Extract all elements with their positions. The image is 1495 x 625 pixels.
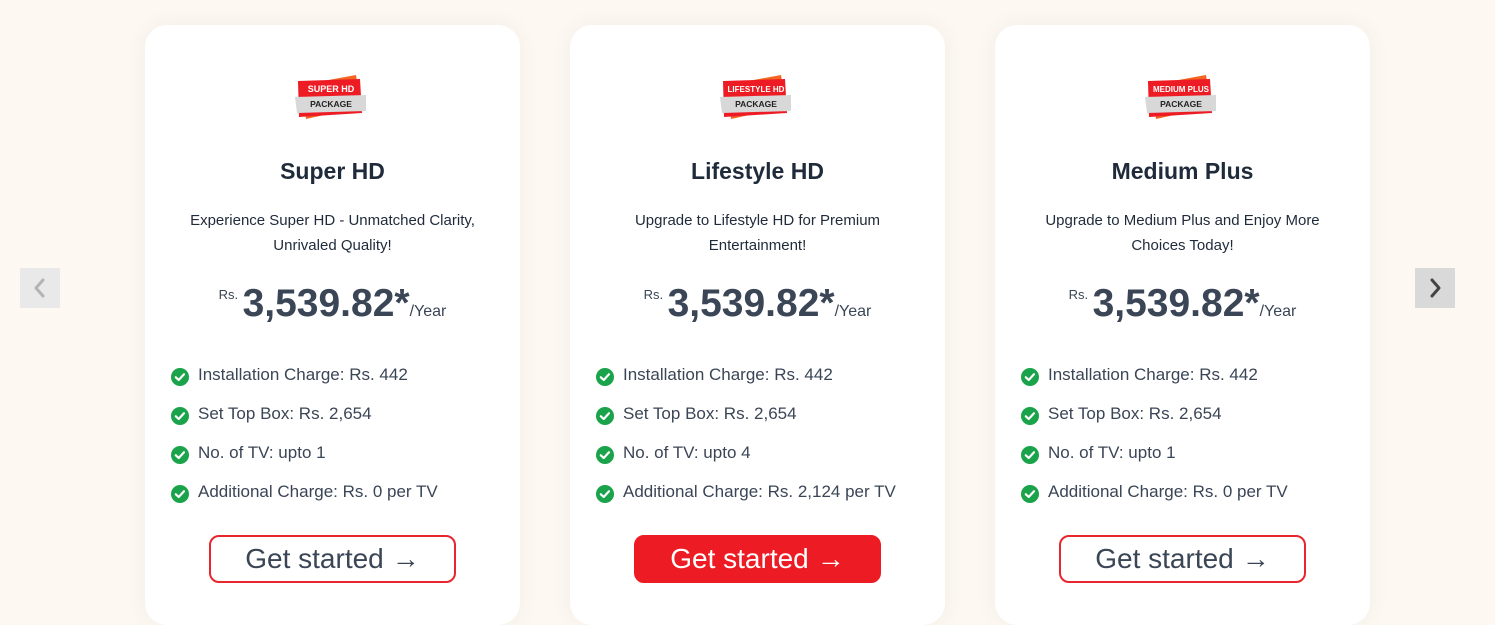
feature-item: Additional Charge: Rs. 0 per TV bbox=[1021, 472, 1288, 511]
plan-price: Rs. 3,539.82*/Year bbox=[145, 282, 520, 326]
check-circle-icon bbox=[171, 367, 189, 386]
feature-text: Installation Charge: Rs. 442 bbox=[623, 364, 833, 384]
feature-item: Additional Charge: Rs. 2,124 per TV bbox=[596, 472, 896, 511]
price-currency: Rs. bbox=[1068, 287, 1089, 302]
svg-text:PACKAGE: PACKAGE bbox=[310, 99, 352, 109]
price-currency: Rs. bbox=[218, 287, 239, 302]
package-logo: SUPER HD PACKAGE bbox=[295, 75, 366, 119]
get-started-button[interactable]: Get started → bbox=[1059, 535, 1306, 583]
plan-title: Medium Plus bbox=[1111, 158, 1254, 184]
check-circle-icon bbox=[596, 367, 614, 386]
feature-list: Installation Charge: Rs. 442 Set Top Box… bbox=[596, 355, 896, 511]
plan-price: Rs. 3,539.82*/Year bbox=[995, 282, 1370, 326]
get-started-button[interactable]: Get started → bbox=[209, 535, 456, 583]
svg-text:LIFESTYLE HD: LIFESTYLE HD bbox=[728, 85, 785, 94]
feature-item: No. of TV: upto 4 bbox=[596, 433, 896, 472]
feature-text: Additional Charge: Rs. 0 per TV bbox=[198, 481, 438, 501]
button-label: Get started bbox=[670, 543, 809, 574]
plan-card-super-hd: SUPER HD PACKAGE Super HD Experience Sup… bbox=[145, 25, 520, 625]
price-amount: 3,539.82* bbox=[667, 282, 835, 325]
check-circle-icon bbox=[171, 445, 189, 464]
price-amount: 3,539.82* bbox=[242, 282, 410, 325]
plan-title: Super HD bbox=[280, 158, 385, 184]
feature-item: Set Top Box: Rs. 2,654 bbox=[1021, 394, 1288, 433]
feature-item: Set Top Box: Rs. 2,654 bbox=[171, 394, 438, 433]
feature-list: Installation Charge: Rs. 442 Set Top Box… bbox=[1021, 355, 1288, 511]
feature-text: Additional Charge: Rs. 0 per TV bbox=[1048, 481, 1288, 501]
button-label: Get started bbox=[245, 543, 384, 574]
price-period: /Year bbox=[834, 303, 872, 320]
button-label: Get started bbox=[1095, 543, 1234, 574]
check-circle-icon bbox=[1021, 367, 1039, 386]
price-period: /Year bbox=[409, 303, 447, 320]
chevron-left-icon bbox=[34, 278, 45, 298]
feature-text: No. of TV: upto 1 bbox=[1048, 442, 1176, 462]
package-logo: MEDIUM PLUS PACKAGE bbox=[1145, 75, 1216, 119]
feature-list: Installation Charge: Rs. 442 Set Top Box… bbox=[171, 355, 438, 511]
feature-text: Installation Charge: Rs. 442 bbox=[1048, 364, 1258, 384]
check-circle-icon bbox=[1021, 445, 1039, 464]
plan-description: Upgrade to Lifestyle HD for Premium Ente… bbox=[634, 212, 881, 254]
feature-item: Installation Charge: Rs. 442 bbox=[171, 355, 438, 394]
feature-item: No. of TV: upto 1 bbox=[171, 433, 438, 472]
get-started-button[interactable]: Get started → bbox=[634, 535, 881, 583]
package-logo: LIFESTYLE HD PACKAGE bbox=[720, 75, 791, 119]
feature-text: Set Top Box: Rs. 2,654 bbox=[1048, 403, 1222, 423]
price-amount: 3,539.82* bbox=[1092, 282, 1260, 325]
plan-description: Experience Super HD - Unmatched Clarity,… bbox=[190, 212, 475, 254]
feature-item: Installation Charge: Rs. 442 bbox=[596, 355, 896, 394]
feature-text: Installation Charge: Rs. 442 bbox=[198, 364, 408, 384]
feature-item: Installation Charge: Rs. 442 bbox=[1021, 355, 1288, 394]
check-circle-icon bbox=[1021, 406, 1039, 425]
svg-text:SUPER HD: SUPER HD bbox=[308, 84, 355, 94]
feature-text: No. of TV: upto 1 bbox=[198, 442, 326, 462]
feature-text: No. of TV: upto 4 bbox=[623, 442, 751, 462]
feature-item: Additional Charge: Rs. 0 per TV bbox=[171, 472, 438, 511]
feature-text: Set Top Box: Rs. 2,654 bbox=[623, 403, 797, 423]
feature-text: Additional Charge: Rs. 2,124 per TV bbox=[623, 481, 896, 501]
svg-text:PACKAGE: PACKAGE bbox=[1160, 99, 1202, 109]
check-circle-icon bbox=[596, 484, 614, 503]
arrow-right-icon: → bbox=[1241, 543, 1270, 574]
check-circle-icon bbox=[171, 406, 189, 425]
plan-price: Rs. 3,539.82*/Year bbox=[570, 282, 945, 326]
plan-card-medium-plus: MEDIUM PLUS PACKAGE Medium Plus Upgrade … bbox=[995, 25, 1370, 625]
check-circle-icon bbox=[171, 484, 189, 503]
plan-title: Lifestyle HD bbox=[691, 158, 824, 184]
price-currency: Rs. bbox=[643, 287, 664, 302]
plan-card-lifestyle-hd: LIFESTYLE HD PACKAGE Lifestyle HD Upgrad… bbox=[570, 25, 945, 625]
carousel-prev-button[interactable] bbox=[20, 268, 60, 308]
feature-text: Set Top Box: Rs. 2,654 bbox=[198, 403, 372, 423]
check-circle-icon bbox=[1021, 484, 1039, 503]
chevron-right-icon bbox=[1430, 278, 1441, 298]
price-period: /Year bbox=[1259, 303, 1297, 320]
carousel-next-button[interactable] bbox=[1415, 268, 1455, 308]
svg-text:PACKAGE: PACKAGE bbox=[735, 99, 777, 109]
feature-item: Set Top Box: Rs. 2,654 bbox=[596, 394, 896, 433]
check-circle-icon bbox=[596, 445, 614, 464]
check-circle-icon bbox=[596, 406, 614, 425]
arrow-right-icon: → bbox=[391, 543, 420, 574]
plan-description: Upgrade to Medium Plus and Enjoy More Ch… bbox=[1045, 212, 1320, 254]
feature-item: No. of TV: upto 1 bbox=[1021, 433, 1288, 472]
svg-text:MEDIUM PLUS: MEDIUM PLUS bbox=[1153, 85, 1210, 94]
arrow-right-icon: → bbox=[816, 543, 845, 574]
